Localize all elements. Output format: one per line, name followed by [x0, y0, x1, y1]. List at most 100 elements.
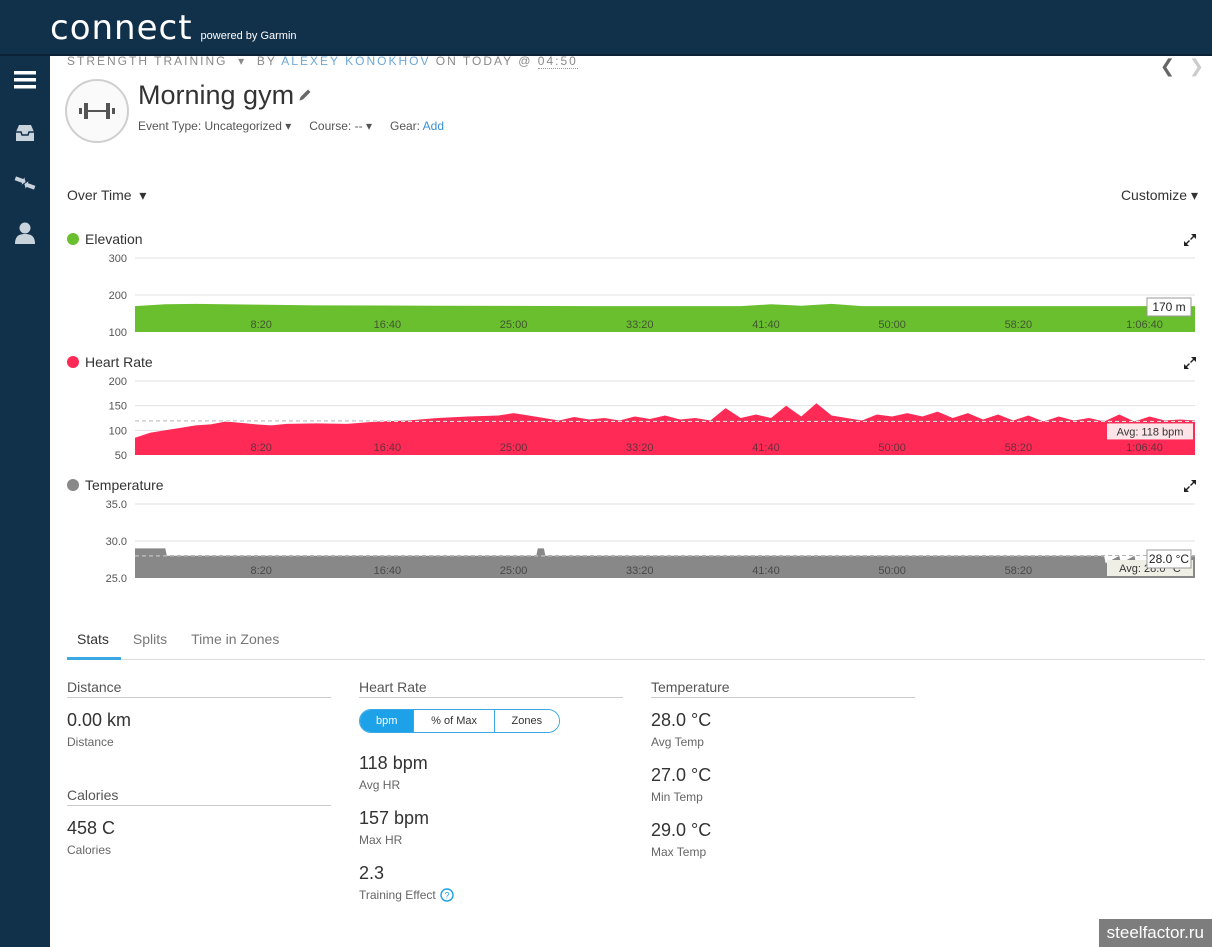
temperature-header: Temperature [651, 679, 915, 698]
activity-nav: ❮ ❯ [1160, 56, 1204, 77]
author-link[interactable]: ALEXEY KONOKHOV [281, 56, 430, 68]
zones-toggle-button[interactable]: Zones [494, 710, 559, 732]
x-tick-label: 1:06:40 [1126, 319, 1163, 331]
stats-tabs: Stats Splits Time in Zones [67, 626, 1205, 660]
help-icon[interactable]: ? [440, 888, 454, 902]
y-tick-label: 100 [109, 425, 127, 437]
y-tick-label: 200 [109, 290, 127, 302]
training-effect-row: Training Effect ? [359, 888, 623, 902]
expand-heart-rate-icon[interactable] [1184, 356, 1196, 374]
x-tick-label: 25:00 [500, 442, 528, 454]
average-label: Avg: 118 bpm [1107, 423, 1193, 440]
x-tick-label: 33:20 [626, 442, 654, 454]
temperature-legend-dot [67, 479, 79, 491]
pencil-icon[interactable] [298, 88, 312, 107]
heart-rate-unit-toggle: bpm % of Max Zones [359, 709, 560, 733]
activity-type-dropdown[interactable]: STRENGTH TRAINING ▾ [67, 56, 246, 68]
watermark: steelfactor.ru [1098, 919, 1212, 947]
prev-activity-icon[interactable]: ❮ [1160, 56, 1175, 77]
x-tick-label: 50:00 [878, 565, 906, 577]
tab-stats[interactable]: Stats [67, 626, 121, 660]
x-tick-label: 16:40 [374, 565, 402, 577]
y-tick-label: 100 [109, 327, 127, 339]
elevation-chart-title: Elevation [67, 231, 143, 247]
on-label: ON TODAY @ [435, 56, 533, 68]
x-tick-label: 16:40 [374, 442, 402, 454]
avg-hr-value: 118 bpm [359, 753, 428, 773]
tab-splits[interactable]: Splits [121, 626, 179, 660]
current-value-text: 28.0 °C [1149, 552, 1189, 566]
heart-rate-header: Heart Rate [359, 679, 623, 698]
x-tick-label: 8:20 [250, 442, 271, 454]
expand-elevation-icon[interactable] [1184, 233, 1196, 251]
x-tick-label: 16:40 [374, 319, 402, 331]
x-tick-label: 41:40 [752, 319, 780, 331]
inbox-icon[interactable] [13, 121, 37, 145]
svg-text:?: ? [444, 891, 449, 901]
temperature-chart-title: Temperature [67, 477, 164, 493]
x-tick-label: 50:00 [878, 442, 906, 454]
add-gear-link[interactable]: Add [423, 119, 444, 133]
x-tick-label: 25:00 [500, 565, 528, 577]
average-label-text: Avg: 118 bpm [1117, 426, 1184, 438]
y-tick-label: 30.0 [106, 536, 127, 548]
x-tick-label: 50:00 [878, 319, 906, 331]
garmin-connect-logo[interactable]: connect powered by Garmin [50, 10, 297, 46]
activity-meta: Event Type: Uncategorized ▾ Course: -- ▾… [138, 119, 444, 133]
connections-icon[interactable] [13, 171, 37, 195]
elevation-chart[interactable]: 300 200 100 8:20 16:40 25:00 33:20 41:40 50:00 58… [50, 254, 1212, 344]
menu-icon[interactable] [13, 68, 37, 92]
tab-time-in-zones[interactable]: Time in Zones [179, 626, 291, 660]
profile-icon[interactable] [13, 221, 37, 245]
logo-sub: powered by Garmin [200, 30, 297, 42]
series-area [135, 548, 1195, 578]
customize-dropdown[interactable]: Customize ▾ [1121, 187, 1198, 204]
temperature-column: Temperature 28.0 °C Avg Temp 27.0 °C Min… [651, 679, 915, 859]
temperature-chart[interactable]: 35.0 30.0 25.0 8:20 16:40 25:00 33:20 41:40 50:0… [50, 500, 1212, 590]
gear-field: Gear: Add [389, 119, 445, 133]
percent-max-toggle-button[interactable]: % of Max [414, 710, 495, 732]
top-bar: connect powered by Garmin [0, 0, 1212, 56]
activity-title[interactable]: Morning gym [138, 80, 294, 111]
max-hr-value: 157 bpm [359, 808, 430, 828]
bpm-toggle-button[interactable]: bpm [360, 710, 415, 732]
calories-value: 458 C [67, 818, 116, 838]
calories-header: Calories [67, 787, 331, 806]
max-hr-label: Max HR [359, 833, 403, 847]
y-tick-label: 200 [109, 377, 127, 388]
x-tick-label: 8:20 [250, 319, 271, 331]
expand-temperature-icon[interactable] [1184, 479, 1196, 497]
x-tick-label: 25:00 [500, 319, 528, 331]
distance-value: 0.00 km [67, 710, 132, 730]
y-tick-label: 35.0 [106, 500, 127, 511]
current-value-label: 28.0 °C [1146, 549, 1192, 569]
distance-calories-column: Distance 0.00 km Distance Calories 458 C… [67, 679, 331, 857]
avg-temp-value: 28.0 °C [651, 710, 712, 730]
event-type-dropdown[interactable]: Event Type: Uncategorized ▾ [138, 119, 291, 133]
next-activity-icon[interactable]: ❯ [1189, 56, 1204, 77]
x-tick-label: 33:20 [626, 565, 654, 577]
by-label: BY [256, 56, 277, 68]
strength-training-icon [65, 79, 129, 143]
over-time-dropdown[interactable]: Over Time ▾ [67, 187, 146, 204]
elevation-legend-dot [67, 233, 79, 245]
x-tick-label: 1:06:40 [1126, 442, 1163, 454]
calories-label: Calories [67, 843, 112, 857]
current-value-label: 170 m [1146, 297, 1192, 317]
main-content: STRENGTH TRAINING ▾ BY ALEXEY KONOKHOV O… [50, 56, 1212, 947]
heart-rate-legend-dot [67, 356, 79, 368]
y-tick-label: 50 [115, 450, 127, 462]
heart-rate-chart[interactable]: 200 150 100 50 8:20 16:40 25:00 33:20 41:40 50:00… [50, 377, 1212, 467]
avg-hr-label: Avg HR [359, 778, 401, 792]
x-tick-label: 58:20 [1005, 442, 1033, 454]
current-value-text: 170 m [1152, 300, 1185, 314]
y-tick-label: 25.0 [106, 573, 127, 585]
course-dropdown[interactable]: Course: -- ▾ [309, 119, 372, 133]
x-tick-label: 33:20 [626, 319, 654, 331]
sidebar [0, 56, 50, 947]
y-tick-label: 300 [109, 254, 127, 265]
training-effect-value: 2.3 [359, 863, 385, 883]
max-temp-label: Max Temp [651, 845, 707, 859]
x-tick-label: 8:20 [250, 565, 271, 577]
activity-time[interactable]: 04:50 [537, 56, 578, 69]
